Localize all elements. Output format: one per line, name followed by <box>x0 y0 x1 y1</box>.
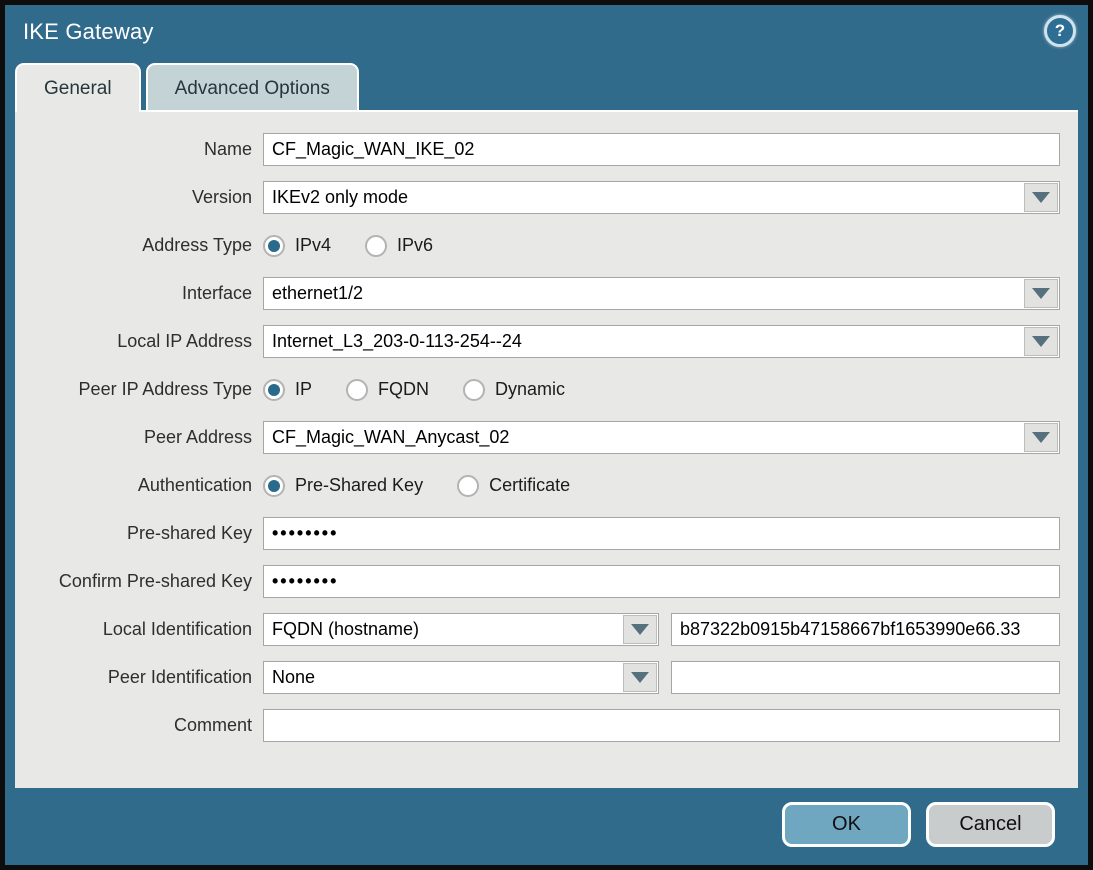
peer-identification-type-select[interactable] <box>263 661 659 694</box>
version-input[interactable] <box>264 182 1023 213</box>
row-comment: Comment <box>15 709 1060 742</box>
radio-pre-shared-key[interactable]: Pre-Shared Key <box>263 475 423 497</box>
radio-unselected-icon <box>457 475 479 497</box>
version-select[interactable] <box>263 181 1060 214</box>
dialog-titlebar: IKE Gateway ? <box>5 5 1088 63</box>
radio-ipv6[interactable]: IPv6 <box>365 235 433 257</box>
name-label: Name <box>15 139 263 160</box>
row-confirm-preshared-key: Confirm Pre-shared Key <box>15 565 1060 598</box>
interface-select[interactable] <box>263 277 1060 310</box>
row-preshared-key: Pre-shared Key <box>15 517 1060 550</box>
name-input[interactable] <box>263 133 1060 166</box>
address-type-label: Address Type <box>15 235 263 256</box>
dialog-title: IKE Gateway <box>23 19 154 45</box>
ok-button[interactable]: OK <box>782 802 911 847</box>
local-identification-type-select[interactable] <box>263 613 659 646</box>
row-peer-identification: Peer Identification <box>15 661 1060 694</box>
tab-bar: General Advanced Options <box>15 63 364 110</box>
radio-selected-icon <box>263 475 285 497</box>
local-ip-input[interactable] <box>264 326 1023 357</box>
cancel-button[interactable]: Cancel <box>926 802 1055 847</box>
peer-identification-label: Peer Identification <box>15 667 263 688</box>
ike-gateway-dialog: IKE Gateway ? General Advanced Options N… <box>0 0 1093 870</box>
radio-peer-dynamic[interactable]: Dynamic <box>463 379 565 401</box>
chevron-down-icon <box>1032 288 1050 299</box>
comment-input[interactable] <box>263 709 1060 742</box>
comment-label: Comment <box>15 715 263 736</box>
row-version: Version <box>15 181 1060 214</box>
help-icon[interactable]: ? <box>1044 15 1076 47</box>
radio-certificate-label: Certificate <box>489 475 570 496</box>
tab-advanced-options[interactable]: Advanced Options <box>146 63 359 112</box>
local-ip-select[interactable] <box>263 325 1060 358</box>
peer-address-label: Peer Address <box>15 427 263 448</box>
radio-unselected-icon <box>463 379 485 401</box>
radio-unselected-icon <box>365 235 387 257</box>
chevron-down-icon <box>631 672 649 683</box>
confirm-preshared-key-label: Confirm Pre-shared Key <box>15 571 263 592</box>
row-peer-ip-type: Peer IP Address Type IP FQDN Dynamic <box>15 373 1060 406</box>
preshared-key-input[interactable] <box>263 517 1060 550</box>
radio-selected-icon <box>263 379 285 401</box>
radio-psk-label: Pre-Shared Key <box>295 475 423 496</box>
peer-ip-type-label: Peer IP Address Type <box>15 379 263 400</box>
peer-address-dropdown-button[interactable] <box>1024 423 1058 452</box>
radio-ipv4-label: IPv4 <box>295 235 331 256</box>
interface-input[interactable] <box>264 278 1023 309</box>
local-ip-label: Local IP Address <box>15 331 263 352</box>
radio-ipv4[interactable]: IPv4 <box>263 235 331 257</box>
radio-peer-ip-label: IP <box>295 379 312 400</box>
radio-certificate[interactable]: Certificate <box>457 475 570 497</box>
interface-label: Interface <box>15 283 263 304</box>
tab-general[interactable]: General <box>15 63 141 112</box>
peer-identification-type-input[interactable] <box>264 662 622 693</box>
chevron-down-icon <box>1032 336 1050 347</box>
row-address-type: Address Type IPv4 IPv6 <box>15 229 1060 262</box>
radio-ipv6-label: IPv6 <box>397 235 433 256</box>
peer-identification-dropdown-button[interactable] <box>623 663 657 692</box>
radio-peer-fqdn[interactable]: FQDN <box>346 379 429 401</box>
chevron-down-icon <box>1032 192 1050 203</box>
row-local-ip: Local IP Address <box>15 325 1060 358</box>
local-identification-value-input[interactable] <box>671 613 1060 646</box>
local-ip-dropdown-button[interactable] <box>1024 327 1058 356</box>
chevron-down-icon <box>1032 432 1050 443</box>
radio-peer-fqdn-label: FQDN <box>378 379 429 400</box>
general-tab-panel: Name Version Address Type IPv4 <box>15 110 1078 788</box>
chevron-down-icon <box>631 624 649 635</box>
version-label: Version <box>15 187 263 208</box>
row-name: Name <box>15 133 1060 166</box>
peer-address-input[interactable] <box>264 422 1023 453</box>
version-dropdown-button[interactable] <box>1024 183 1058 212</box>
confirm-preshared-key-input[interactable] <box>263 565 1060 598</box>
peer-address-select[interactable] <box>263 421 1060 454</box>
interface-dropdown-button[interactable] <box>1024 279 1058 308</box>
preshared-key-label: Pre-shared Key <box>15 523 263 544</box>
row-authentication: Authentication Pre-Shared Key Certificat… <box>15 469 1060 502</box>
local-identification-type-input[interactable] <box>264 614 622 645</box>
row-interface: Interface <box>15 277 1060 310</box>
radio-selected-icon <box>263 235 285 257</box>
authentication-label: Authentication <box>15 475 263 496</box>
dialog-footer: OK Cancel <box>5 783 1088 865</box>
row-local-identification: Local Identification <box>15 613 1060 646</box>
local-identification-label: Local Identification <box>15 619 263 640</box>
row-peer-address: Peer Address <box>15 421 1060 454</box>
peer-identification-value-input[interactable] <box>671 661 1060 694</box>
radio-unselected-icon <box>346 379 368 401</box>
radio-peer-ip[interactable]: IP <box>263 379 312 401</box>
local-identification-dropdown-button[interactable] <box>623 615 657 644</box>
radio-peer-dynamic-label: Dynamic <box>495 379 565 400</box>
